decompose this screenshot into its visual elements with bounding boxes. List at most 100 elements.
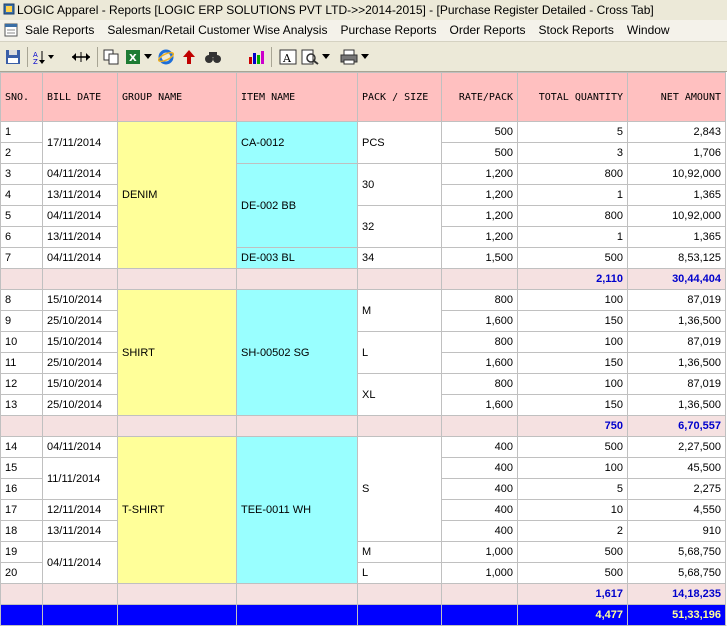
chevron-down-icon[interactable] [360, 48, 370, 66]
find-icon[interactable] [203, 48, 223, 66]
table-row[interactable]: 19 04/11/2014 M 1,000 500 5,68,750 [0, 541, 726, 584]
col-header-total-quantity[interactable]: TOTAL QUANTITY [517, 72, 628, 122]
cell-pack-size: M [357, 289, 442, 332]
menu-stock-reports[interactable]: Stock Reports [539, 23, 614, 37]
cell-rate: 400 [441, 436, 518, 458]
cell-sno: 12 [0, 373, 43, 395]
cell-sno: 3 [0, 163, 43, 185]
table-row[interactable]: 14 04/11/2014 T-SHIRT TEE-0011 WH S 400 … [0, 436, 726, 584]
cell-bill-date: 04/11/2014 [42, 163, 118, 185]
table-row[interactable]: 10 15/10/2014 L 800 100 87,019 [0, 331, 726, 374]
col-header-rate-pack[interactable]: RATE/PACK [441, 72, 518, 122]
col-header-sno[interactable]: SNO. [0, 72, 43, 122]
cell-qty: 800 [517, 205, 628, 227]
cell-qty: 5 [517, 121, 628, 143]
cell-bill-date: 04/11/2014 [42, 541, 118, 584]
svg-text:X: X [129, 53, 137, 64]
cell-amount: 1,706 [627, 142, 726, 164]
cell-bill-date: 25/10/2014 [42, 352, 118, 374]
report-grid[interactable]: SNO. BILL DATE GROUP NAME ITEM NAME PACK… [0, 72, 727, 626]
ie-icon[interactable] [157, 48, 175, 66]
cell-amount: 45,500 [627, 457, 726, 479]
grand-total-row: 4,477 51,33,196 [0, 604, 726, 626]
cell-sno: 17 [0, 499, 43, 521]
table-row[interactable]: 1 17/11/2014 DENIM CA-0012 PCS 500 5 2,8… [0, 121, 726, 269]
table-row[interactable]: 3 04/11/2014 DE-002 BB 30 1,200 800 10,9… [0, 163, 726, 248]
cell-bill-date: 11/11/2014 [42, 457, 118, 500]
cell-pack-size: PCS [357, 121, 442, 164]
cell-qty: 500 [517, 541, 628, 563]
cell-rate: 800 [441, 331, 518, 353]
cell-amount: 87,019 [627, 289, 726, 311]
col-header-group-name[interactable]: GROUP NAME [117, 72, 237, 122]
cell-sno: 8 [0, 289, 43, 311]
menu-window[interactable]: Window [627, 23, 670, 37]
cell-amount: 1,36,500 [627, 394, 726, 416]
menu-order-reports[interactable]: Order Reports [450, 23, 526, 37]
excel-icon[interactable]: X [124, 48, 142, 66]
cell-sno: 6 [0, 226, 43, 248]
toolbar: AZ X A [0, 42, 727, 72]
table-row[interactable]: 7 04/11/2014 DE-003 BL 34 1,500 500 8,53… [0, 247, 726, 269]
subtotal-amount: 6,70,557 [627, 415, 726, 437]
chevron-down-icon[interactable] [143, 48, 153, 66]
cell-rate: 1,000 [441, 541, 518, 563]
table-row[interactable]: 12 15/10/2014 XL 800 100 87,019 [0, 373, 726, 416]
print-preview-icon[interactable] [300, 48, 320, 66]
menu-purchase-reports[interactable]: Purchase Reports [340, 23, 436, 37]
cell-bill-date: 15/10/2014 [42, 331, 118, 353]
total-blank [42, 604, 118, 626]
cell-pack-size: M [357, 541, 442, 563]
copy-icon[interactable] [102, 48, 120, 66]
subtotal-blank [236, 583, 358, 605]
subtotal-blank [42, 583, 118, 605]
cell-qty: 2 [517, 520, 628, 542]
cell-rate: 1,500 [441, 247, 518, 269]
col-header-item-name[interactable]: ITEM NAME [236, 72, 358, 122]
cell-amount: 4,550 [627, 499, 726, 521]
total-blank [357, 604, 442, 626]
print-icon[interactable] [339, 48, 359, 66]
cell-qty: 100 [517, 331, 628, 353]
col-header-net-amount[interactable]: NET AMOUNT [627, 72, 726, 122]
chart-icon[interactable] [246, 48, 266, 66]
sort-icon[interactable]: AZ [32, 48, 56, 66]
cell-sno: 16 [0, 478, 43, 500]
cell-pack-size: L [357, 331, 442, 374]
cell-rate: 1,200 [441, 226, 518, 248]
cell-qty: 500 [517, 247, 628, 269]
grand-total-amount: 51,33,196 [627, 604, 726, 626]
up-arrow-icon[interactable] [180, 48, 198, 66]
cell-rate: 500 [441, 142, 518, 164]
cell-rate: 800 [441, 373, 518, 395]
font-icon[interactable]: A [278, 48, 298, 66]
subtotal-blank [357, 268, 442, 290]
subtotal-blank [441, 268, 518, 290]
toolbar-separator [27, 47, 28, 67]
cell-bill-date: 13/11/2014 [42, 226, 118, 248]
table-row[interactable]: 5 04/11/2014 32 1,200 800 10,92,000 [0, 205, 726, 248]
table-row[interactable]: 8 15/10/2014 SHIRT SH-00502 SG M 800 100… [0, 289, 726, 416]
col-header-pack-size[interactable]: PACK / SIZE [357, 72, 442, 122]
menu-sale-reports[interactable]: Sale Reports [25, 23, 94, 37]
cell-qty: 10 [517, 499, 628, 521]
cell-amount: 8,53,125 [627, 247, 726, 269]
save-icon[interactable] [4, 48, 22, 66]
cell-pack-size: XL [357, 373, 442, 416]
subtotal-blank [42, 268, 118, 290]
cell-pack-size: L [357, 562, 442, 584]
window-title: LOGIC Apparel - Reports [LOGIC ERP SOLUT… [17, 3, 654, 17]
cell-item-name: CA-0012 [236, 121, 358, 164]
subtotal-blank [117, 583, 237, 605]
col-header-bill-date[interactable]: BILL DATE [42, 72, 118, 122]
resize-columns-icon[interactable] [70, 48, 92, 66]
chevron-down-icon[interactable] [321, 48, 331, 66]
cell-sno: 7 [0, 247, 43, 269]
menu-salesman-analysis[interactable]: Salesman/Retail Customer Wise Analysis [107, 23, 327, 37]
cell-bill-date: 12/11/2014 [42, 499, 118, 521]
cell-sno: 10 [0, 331, 43, 353]
document-icon[interactable] [4, 23, 18, 37]
subtotal-blank [236, 415, 358, 437]
cell-rate: 1,600 [441, 310, 518, 332]
cell-amount: 1,365 [627, 226, 726, 248]
